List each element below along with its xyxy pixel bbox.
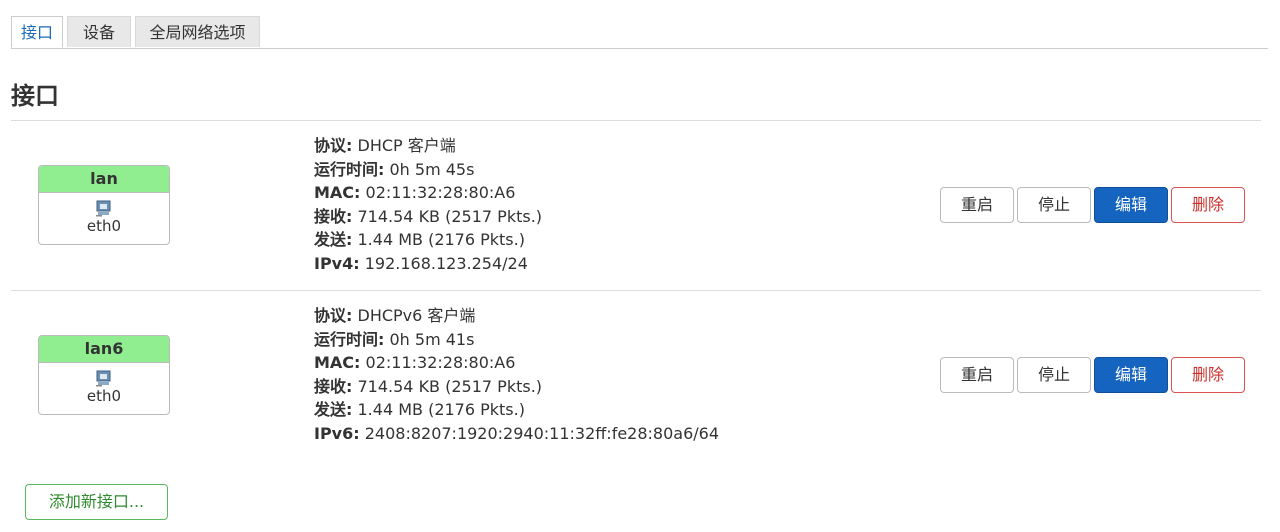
interface-device: eth0 [86, 217, 122, 235]
info-value: 02:11:32:28:80:A6 [360, 183, 516, 202]
info-value: 714.54 KB (2517 Pkts.) [352, 376, 543, 396]
ethernet-port-icon [96, 200, 111, 217]
info-rx: 接收: 714.54 KB (2517 Pkts.) [314, 375, 719, 399]
info-value: 192.168.123.254/24 [359, 253, 528, 273]
info-value: 1.44 MB (2176 Pkts.) [352, 230, 525, 249]
interface-name: lan6 [39, 336, 169, 363]
page-title: 接口 [11, 82, 59, 110]
restart-button[interactable]: 重启 [940, 187, 1014, 223]
delete-button[interactable]: 删除 [1171, 357, 1245, 393]
edit-button[interactable]: 编辑 [1094, 357, 1168, 393]
info-value: 02:11:32:28:80:A6 [360, 353, 516, 372]
info-key: 发送: [314, 230, 353, 249]
interface-device: eth0 [86, 387, 122, 405]
tab-devices[interactable]: 设备 [67, 16, 131, 47]
info-key: IPv4: [314, 253, 360, 273]
info-value: DHCP 客户端 [352, 136, 456, 155]
tab-global-network-options[interactable]: 全局网络选项 [135, 16, 260, 47]
info-ip: IPv4: 192.168.123.254/24 [314, 252, 542, 276]
info-value: 0h 5m 41s [384, 329, 475, 349]
info-key: 协议: [314, 306, 353, 325]
delete-button[interactable]: 删除 [1171, 187, 1245, 223]
ethernet-port-icon [96, 370, 111, 387]
info-mac: MAC: 02:11:32:28:80:A6 [314, 351, 719, 375]
info-tx: 发送: 1.44 MB (2176 Pkts.) [314, 398, 719, 422]
network-interfaces-page: 接口 设备 全局网络选项 接口 lan eth0 协议: DHCP 客户端 运行… [0, 0, 1280, 532]
info-rx: 接收: 714.54 KB (2517 Pkts.) [314, 205, 542, 229]
stop-button[interactable]: 停止 [1017, 357, 1091, 393]
info-protocol: 协议: DHCP 客户端 [314, 134, 542, 158]
interface-row-lan: lan eth0 协议: DHCP 客户端 运行时间: 0h 5m 45s MA… [11, 121, 1261, 289]
info-key: MAC: [314, 353, 361, 372]
info-value: DHCPv6 客户端 [352, 306, 476, 325]
stop-button[interactable]: 停止 [1017, 187, 1091, 223]
info-ip: IPv6: 2408:8207:1920:2940:11:32ff:fe28:8… [314, 422, 719, 446]
tab-interfaces[interactable]: 接口 [11, 16, 63, 48]
info-key: MAC: [314, 183, 361, 202]
interface-row-lan6: lan6 eth0 协议: DHCPv6 客户端 运行时间: 0h 5m 41s… [11, 291, 1261, 459]
info-value: 714.54 KB (2517 Pkts.) [352, 206, 543, 226]
info-value: 0h 5m 45s [384, 159, 475, 179]
info-mac: MAC: 02:11:32:28:80:A6 [314, 181, 542, 205]
info-value: 2408:8207:1920:2940:11:32ff:fe28:80a6/64 [359, 423, 720, 443]
info-uptime: 运行时间: 0h 5m 41s [314, 328, 719, 352]
info-key: 协议: [314, 136, 353, 155]
add-interface-button[interactable]: 添加新接口... [25, 484, 168, 520]
tab-bar: 接口 设备 全局网络选项 [11, 16, 1268, 49]
info-key: 接收: [314, 206, 353, 226]
info-protocol: 协议: DHCPv6 客户端 [314, 304, 719, 328]
interface-badge: lan6 eth0 [38, 335, 170, 415]
info-tx: 发送: 1.44 MB (2176 Pkts.) [314, 228, 542, 252]
info-key: IPv6: [314, 423, 360, 443]
info-key: 接收: [314, 376, 353, 396]
info-key: 发送: [314, 400, 353, 419]
restart-button[interactable]: 重启 [940, 357, 1014, 393]
interface-name: lan [39, 166, 169, 193]
edit-button[interactable]: 编辑 [1094, 187, 1168, 223]
info-value: 1.44 MB (2176 Pkts.) [352, 400, 525, 419]
info-key: 运行时间: [314, 159, 385, 179]
interface-badge: lan eth0 [38, 165, 170, 245]
info-uptime: 运行时间: 0h 5m 45s [314, 158, 542, 182]
interface-info: 协议: DHCP 客户端 运行时间: 0h 5m 45s MAC: 02:11:… [314, 134, 542, 275]
interface-info: 协议: DHCPv6 客户端 运行时间: 0h 5m 41s MAC: 02:1… [314, 304, 719, 445]
info-key: 运行时间: [314, 329, 385, 349]
